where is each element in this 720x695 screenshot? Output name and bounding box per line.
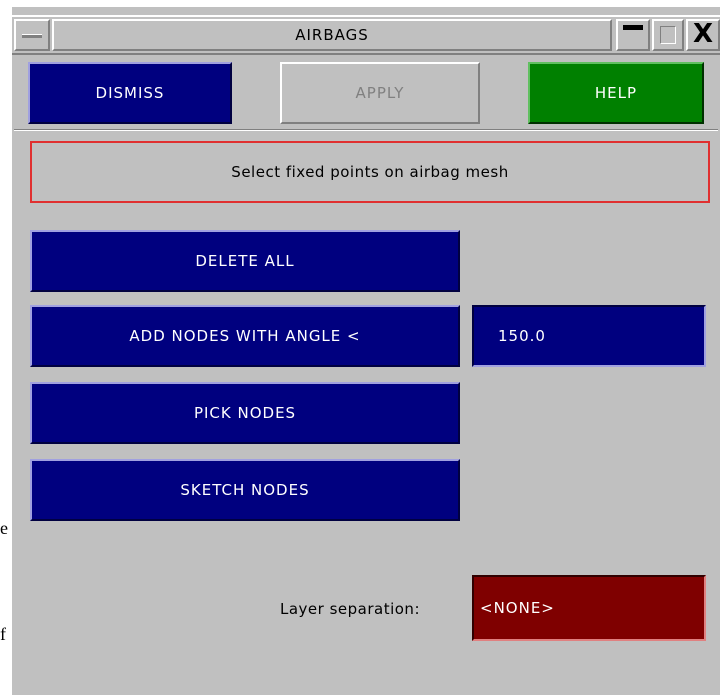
layer-separation-label: Layer separation: — [280, 600, 420, 618]
minimize-button[interactable] — [616, 19, 650, 51]
delete-all-button[interactable]: DELETE ALL — [30, 230, 460, 292]
pick-nodes-button[interactable]: PICK NODES — [30, 382, 460, 444]
window-menu-button[interactable] — [14, 19, 50, 51]
sketch-nodes-button[interactable]: SKETCH NODES — [30, 459, 460, 521]
menu-bar-icon — [22, 34, 42, 38]
add-nodes-angle-button[interactable]: ADD NODES WITH ANGLE < — [30, 305, 460, 367]
dismiss-button[interactable]: DISMISS — [28, 62, 232, 124]
airbags-dialog: AIRBAGS X DISMISS APPLY HELP Select fixe… — [10, 5, 720, 695]
background-text-fragment: f — [0, 624, 6, 644]
maximize-button[interactable] — [652, 19, 684, 51]
close-button[interactable]: X — [686, 19, 720, 51]
layer-separation-select[interactable]: <NONE> — [472, 575, 706, 641]
apply-button[interactable]: APPLY — [280, 62, 480, 124]
window-title: AIRBAGS — [52, 19, 612, 51]
minimize-icon — [623, 25, 643, 30]
title-bar[interactable]: AIRBAGS X — [12, 15, 720, 55]
status-prompt: Select fixed points on airbag mesh — [30, 141, 710, 203]
divider — [14, 129, 718, 131]
help-button[interactable]: HELP — [528, 62, 704, 124]
background-text-fragment: e — [0, 518, 8, 538]
angle-input[interactable]: 150.0 — [472, 305, 706, 367]
maximize-icon — [660, 26, 676, 44]
close-icon: X — [692, 19, 714, 49]
